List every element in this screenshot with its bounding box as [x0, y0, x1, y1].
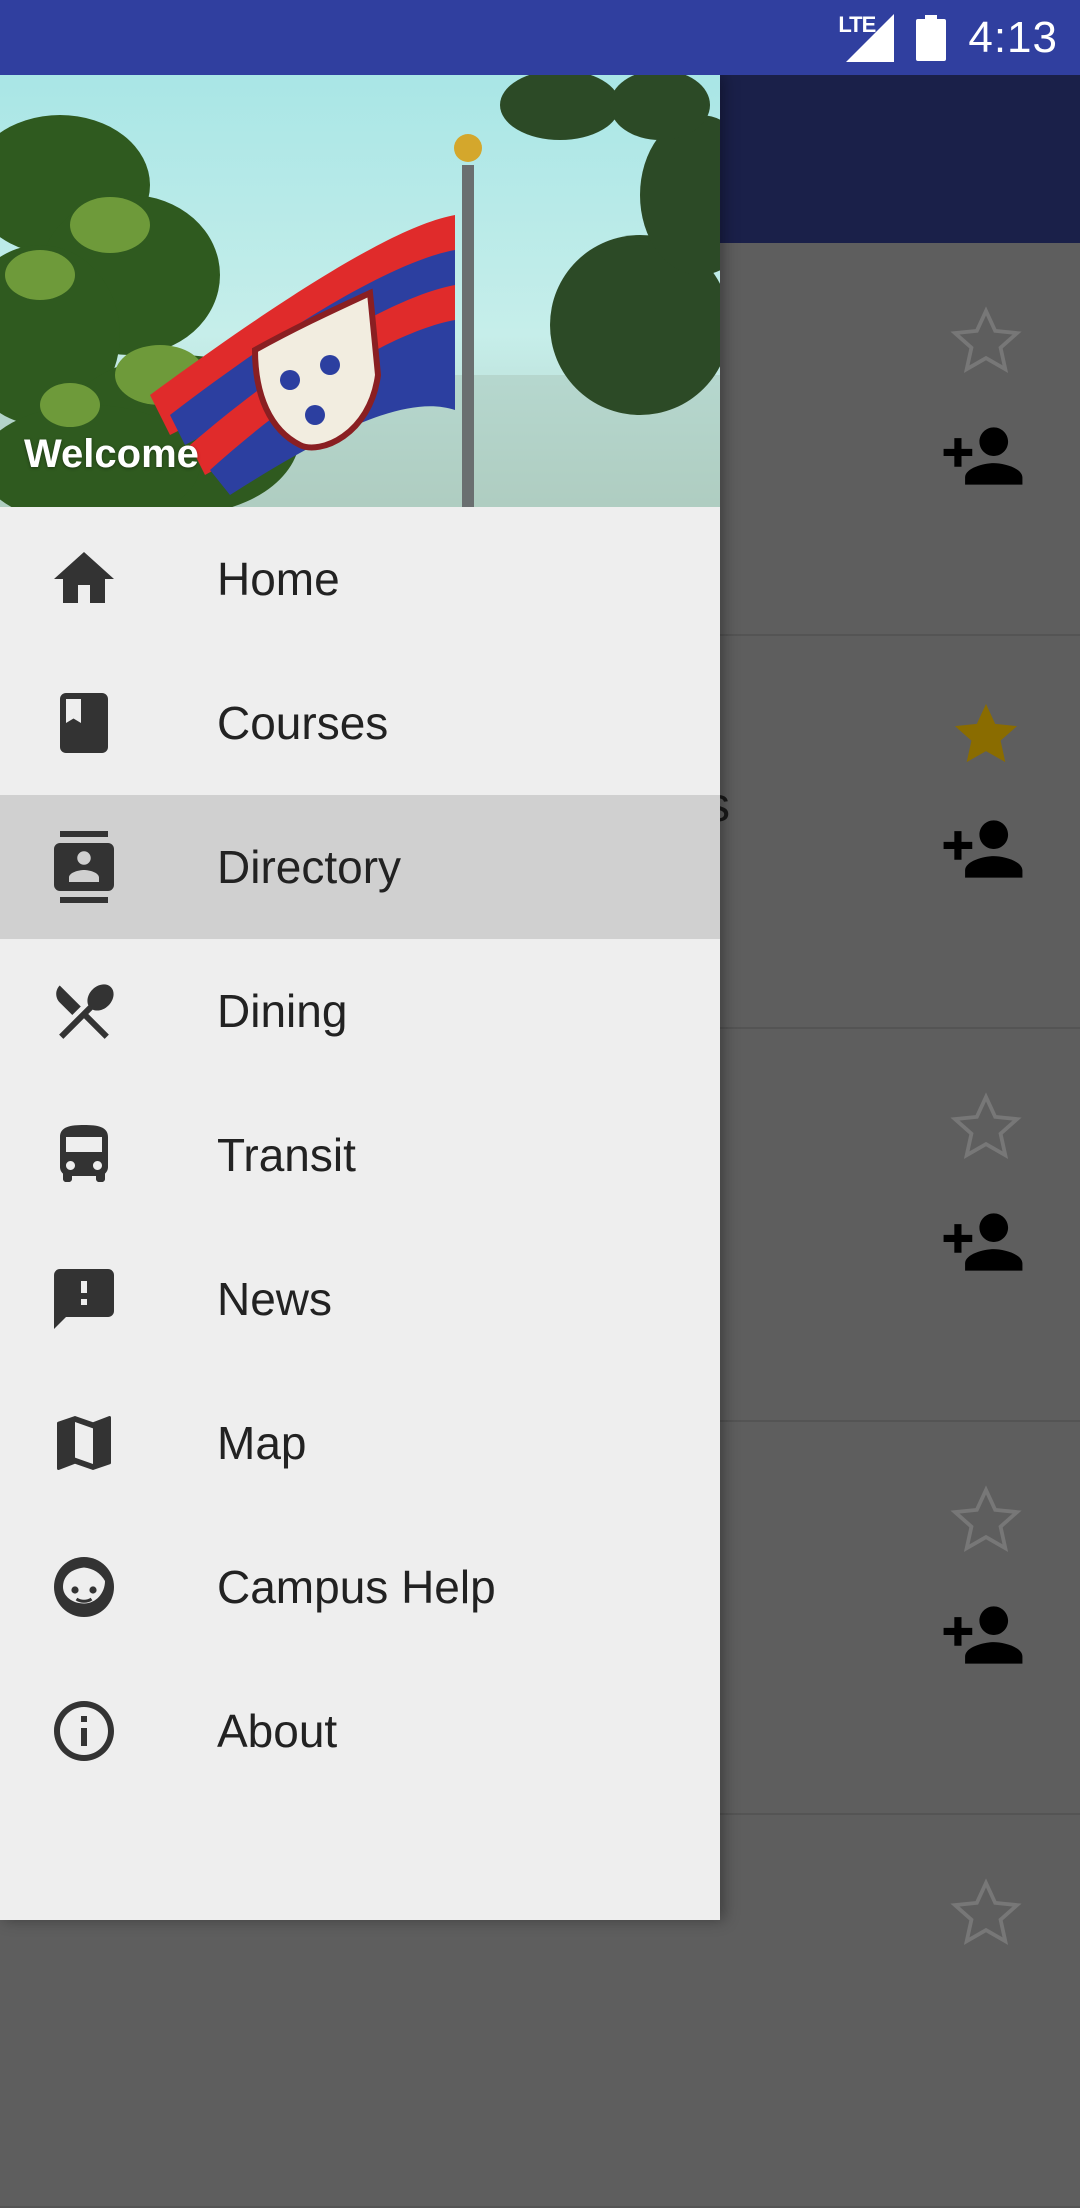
star-outline-icon[interactable]	[948, 1482, 1024, 1558]
menu-item-directory[interactable]: Directory	[0, 795, 720, 939]
menu-item-map[interactable]: Map	[0, 1371, 720, 1515]
menu-item-label: About	[217, 1705, 338, 1757]
home-icon	[48, 543, 120, 615]
feedback-icon	[48, 1263, 120, 1335]
status-bar: LTE 4:13	[0, 0, 1080, 75]
add-person-icon[interactable]	[940, 1592, 1026, 1678]
add-person-icon[interactable]	[940, 806, 1026, 892]
menu-item-label: Courses	[217, 697, 389, 749]
menu-item-label: Home	[217, 553, 340, 605]
add-person-icon[interactable]	[940, 1199, 1026, 1285]
star-outline-icon[interactable]	[948, 1089, 1024, 1165]
menu-item-campus-help[interactable]: Campus Help	[0, 1515, 720, 1659]
star-outline-icon[interactable]	[948, 1875, 1024, 1951]
welcome-text: Welcome	[24, 432, 199, 476]
navigation-drawer: Welcome Home Courses Directory Dining Tr…	[0, 75, 720, 1920]
drawer-header: Welcome	[0, 75, 720, 507]
map-icon	[48, 1407, 120, 1479]
menu-item-label: Directory	[217, 841, 402, 893]
menu-item-label: Map	[217, 1417, 307, 1469]
menu-item-label: Dining	[217, 985, 348, 1037]
menu-item-courses[interactable]: Courses	[0, 651, 720, 795]
contacts-icon	[48, 831, 120, 903]
dining-icon	[48, 975, 120, 1047]
add-person-icon[interactable]	[940, 413, 1026, 499]
star-filled-icon[interactable]	[948, 696, 1024, 772]
drawer-menu: Home Courses Directory Dining Transit Ne…	[0, 507, 720, 1803]
status-time: 4:13	[968, 12, 1058, 62]
face-icon	[48, 1551, 120, 1623]
menu-item-label: Transit	[217, 1129, 356, 1181]
info-icon	[48, 1695, 120, 1767]
menu-item-label: Campus Help	[217, 1561, 496, 1613]
menu-item-home[interactable]: Home	[0, 507, 720, 651]
menu-item-label: News	[217, 1273, 333, 1325]
book-icon	[48, 687, 120, 759]
lte-signal-icon: LTE	[838, 11, 895, 62]
menu-item-news[interactable]: News	[0, 1227, 720, 1371]
star-outline-icon[interactable]	[948, 303, 1024, 379]
menu-item-transit[interactable]: Transit	[0, 1083, 720, 1227]
battery-icon	[916, 14, 947, 61]
network-type: LTE	[838, 11, 876, 37]
menu-item-dining[interactable]: Dining	[0, 939, 720, 1083]
bus-icon	[48, 1119, 120, 1191]
menu-item-about[interactable]: About	[0, 1659, 720, 1803]
